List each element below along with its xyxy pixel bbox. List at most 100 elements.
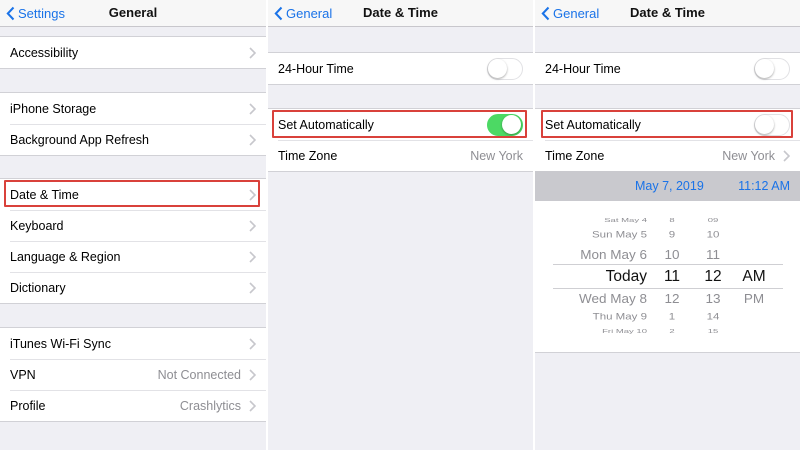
chevron-right-icon xyxy=(249,133,256,146)
row-label: Language & Region xyxy=(10,249,121,264)
settings-row-iphone-storage[interactable]: iPhone Storage xyxy=(0,93,266,124)
picker-day: Wed May 8 xyxy=(578,291,647,306)
picker-ampm: PM xyxy=(743,291,765,306)
settings-group: iPhone Storage Background App Refresh xyxy=(0,92,266,156)
settings-row-time-zone[interactable]: Time Zone New York xyxy=(535,140,800,171)
chevron-right-icon xyxy=(249,399,256,412)
picker-minute: 12 xyxy=(704,268,722,286)
chevron-right-icon xyxy=(249,102,256,115)
row-label: Profile xyxy=(10,398,46,413)
picker-hour: 11 xyxy=(663,268,681,286)
picker-selection-line-top xyxy=(553,264,783,265)
row-label: iTunes Wi-Fi Sync xyxy=(10,336,111,351)
settings-row-set-automatically: Set Automatically xyxy=(535,109,800,140)
page-title: Date & Time xyxy=(630,5,705,20)
settings-group: 24-Hour Time xyxy=(535,52,800,85)
toggle-set-automatically[interactable] xyxy=(487,113,523,136)
picker-selection-line-bottom xyxy=(553,288,783,289)
settings-row-itunes-wifi-sync[interactable]: iTunes Wi-Fi Sync xyxy=(0,328,266,359)
settings-row-24-hour-time: 24-Hour Time xyxy=(535,53,800,84)
picker-minute: 13 xyxy=(705,291,721,306)
navigation-bar: Settings General xyxy=(0,0,266,27)
settings-group: iTunes Wi-Fi Sync VPN Not Connected Prof… xyxy=(0,327,266,422)
row-label: iPhone Storage xyxy=(10,101,97,116)
settings-row-background-app-refresh[interactable]: Background App Refresh xyxy=(0,124,266,155)
current-date-time-bar[interactable]: May 7, 2019 11:12 AM xyxy=(535,171,800,201)
chevron-right-icon xyxy=(783,149,790,162)
row-label: Dictionary xyxy=(10,280,66,295)
row-label: Set Automatically xyxy=(545,117,641,132)
picker-hour: 9 xyxy=(668,230,676,241)
toggle-24-hour-time[interactable] xyxy=(754,57,790,80)
chevron-right-icon xyxy=(249,46,256,59)
picker-hour: 8 xyxy=(669,217,675,224)
picker-day: Fri May 10 xyxy=(602,328,647,335)
toggle-24-hour-time[interactable] xyxy=(487,57,523,80)
picker-minute: 09 xyxy=(707,217,719,224)
settings-row-dictionary[interactable]: Dictionary xyxy=(0,272,266,303)
row-value: Crashlytics xyxy=(179,398,241,413)
settings-row-keyboard[interactable]: Keyboard xyxy=(0,210,266,241)
row-label: Background App Refresh xyxy=(10,132,149,147)
current-date: May 7, 2019 xyxy=(635,179,704,193)
chevron-right-icon xyxy=(249,250,256,263)
toggle-knob xyxy=(502,114,521,134)
settings-row-profile[interactable]: Profile Crashlytics xyxy=(0,390,266,421)
chevron-right-icon xyxy=(249,281,256,294)
picker-hour: 2 xyxy=(669,328,675,335)
row-label: Keyboard xyxy=(10,218,64,233)
date-time-panel-auto-off: General Date & Time 24-Hour Time Set Aut… xyxy=(535,0,800,450)
picker-day: Mon May 6 xyxy=(580,247,647,262)
settings-row-time-zone: Time Zone New York xyxy=(268,140,533,171)
picker-day: Today xyxy=(605,268,647,286)
toggle-knob xyxy=(488,58,507,78)
settings-row-set-automatically: Set Automatically xyxy=(268,109,533,140)
navigation-bar: General Date & Time xyxy=(535,0,800,27)
row-value: New York xyxy=(722,148,775,163)
picker-minute: 15 xyxy=(707,328,719,335)
settings-group: Date & Time Keyboard Language & Region D… xyxy=(0,178,266,304)
settings-group: Accessibility xyxy=(0,36,266,69)
row-label: Accessibility xyxy=(10,45,79,60)
picker-day: Sun May 5 xyxy=(592,230,647,241)
chevron-right-icon xyxy=(249,368,256,381)
row-value: Not Connected xyxy=(157,367,241,382)
date-time-panel-auto-on: General Date & Time 24-Hour Time Set Aut… xyxy=(268,0,533,450)
toggle-knob xyxy=(755,58,774,78)
row-label: Date & Time xyxy=(10,187,79,202)
picker-hour: 1 xyxy=(668,312,676,323)
row-label: 24-Hour Time xyxy=(545,61,621,76)
row-label: Time Zone xyxy=(545,148,605,163)
settings-group: Set Automatically Time Zone New York xyxy=(268,108,533,172)
settings-row-date-time[interactable]: Date & Time xyxy=(0,179,266,210)
navigation-bar: General Date & Time xyxy=(268,0,533,27)
picker-minute: 14 xyxy=(706,312,720,323)
row-value: New York xyxy=(470,148,523,163)
picker-minute: 10 xyxy=(706,230,720,241)
chevron-right-icon xyxy=(249,219,256,232)
row-label: Set Automatically xyxy=(278,117,374,132)
toggle-knob xyxy=(755,114,774,134)
picker-day: Sat May 4 xyxy=(604,217,647,224)
settings-group: Set Automatically Time Zone New York xyxy=(535,108,800,171)
chevron-right-icon xyxy=(249,188,256,201)
settings-row-language-region[interactable]: Language & Region xyxy=(0,241,266,272)
row-label: VPN xyxy=(10,367,36,382)
toggle-set-automatically[interactable] xyxy=(754,113,790,136)
general-settings-panel: Settings General Accessibility iPhone St… xyxy=(0,0,266,450)
picker-ampm: AM xyxy=(742,268,766,286)
page-title: General xyxy=(108,5,158,20)
row-label: Time Zone xyxy=(278,148,338,163)
settings-row-24-hour-time: 24-Hour Time xyxy=(268,53,533,84)
picker-minute: 11 xyxy=(705,247,721,262)
picker-day: Thu May 9 xyxy=(592,312,647,323)
current-time: 11:12 AM xyxy=(738,179,790,193)
row-label: 24-Hour Time xyxy=(278,61,354,76)
page-title: Date & Time xyxy=(363,5,438,20)
picker-hour: 12 xyxy=(664,291,680,306)
settings-row-vpn[interactable]: VPN Not Connected xyxy=(0,359,266,390)
settings-group: 24-Hour Time xyxy=(268,52,533,85)
chevron-right-icon xyxy=(249,337,256,350)
date-time-picker[interactable]: Sat May 4 Sun May 5 Mon May 6 Today Wed May … xyxy=(535,201,800,353)
settings-row-accessibility[interactable]: Accessibility xyxy=(0,37,266,68)
